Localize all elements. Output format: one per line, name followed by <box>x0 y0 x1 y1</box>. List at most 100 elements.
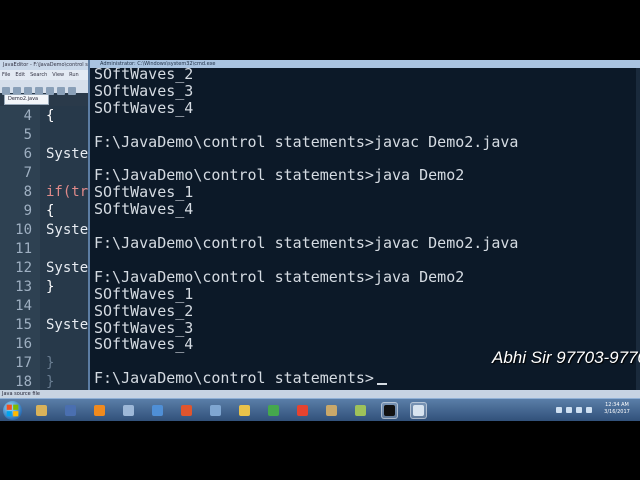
folder-icon <box>239 405 250 416</box>
taskbar-app-button[interactable] <box>236 402 253 419</box>
code-line[interactable]: 17} <box>0 354 90 373</box>
console-line: F:\JavaDemo\control statements>javac Dem… <box>94 235 518 252</box>
code-line[interactable]: 10 Syste <box>0 221 90 240</box>
editor-icon <box>413 405 424 416</box>
taskbar-app-button[interactable] <box>33 402 50 419</box>
console-title-bar: Administrator: C:\Windows\system32\cmd.e… <box>90 60 640 68</box>
code-text: if(tr <box>46 184 89 200</box>
code-line[interactable]: 18} <box>0 373 90 390</box>
media-player-icon <box>94 405 105 416</box>
windows-logo-icon <box>6 404 19 417</box>
line-number: 17 <box>15 355 32 371</box>
code-line[interactable]: 9{ <box>0 202 90 221</box>
line-number: 13 <box>15 279 32 295</box>
console-line-text: F:\JavaDemo\control statements>java Demo… <box>94 267 465 286</box>
clock-date: 3/16/2017 <box>604 409 630 415</box>
taskbar-app-button[interactable] <box>178 402 195 419</box>
taskbar-app-button[interactable] <box>149 402 166 419</box>
console-line-text: F:\JavaDemo\control statements> <box>94 369 374 388</box>
taskbar-app-button[interactable] <box>120 402 137 419</box>
editor-status-bar: Java source file <box>0 390 92 398</box>
console-line: SOftWaves_4 <box>94 99 193 117</box>
line-number: 6 <box>23 146 32 162</box>
notepad-icon <box>355 405 366 416</box>
code-line[interactable]: 8 if(tr <box>0 183 90 202</box>
console-line-text: F:\JavaDemo\control statements>javac Dem… <box>94 234 519 252</box>
tray-arrow-icon[interactable] <box>556 407 562 413</box>
flag-icon[interactable] <box>566 407 572 413</box>
clock[interactable]: 12:34 AM 3/16/2017 <box>600 402 634 416</box>
desktop: JavaEditor - F:\JavaDemo\control stateme… <box>0 60 640 421</box>
command-prompt-window[interactable]: Administrator: C:\Windows\system32\cmd.e… <box>88 60 640 390</box>
calculator-icon <box>65 405 76 416</box>
console-line-text: F:\JavaDemo\control statements>java Demo… <box>94 166 465 185</box>
cmd-icon <box>384 405 395 416</box>
code-line[interactable]: 5 <box>0 126 90 145</box>
console-line: SOftWaves_2 <box>94 68 193 83</box>
horizontal-scrollbar[interactable] <box>90 390 640 398</box>
office-icon <box>181 405 192 416</box>
menu-file[interactable]: File <box>2 72 10 78</box>
console-line: SOftWaves_3 <box>94 82 193 100</box>
code-area[interactable]: 4{5 6 Syste 7 8 if(tr 9{10 Syste 11 12 Syste 13} 14 1… <box>0 106 90 390</box>
code-line[interactable]: 13} <box>0 278 90 297</box>
taskbar-app-button[interactable] <box>323 402 340 419</box>
taskbar: 12:34 AM 3/16/2017 <box>0 398 640 421</box>
line-number: 15 <box>15 317 32 333</box>
debug-icon[interactable] <box>68 87 76 95</box>
console-line-text: SOftWaves_4 <box>94 335 194 354</box>
watermark-text: Abhi Sir 97703-97704 <box>492 348 640 367</box>
menu-search[interactable]: Search <box>30 72 47 78</box>
console-output[interactable]: SOftWaves_2 SOftWaves_3 SOftWaves_4 F:\Java… <box>94 68 639 390</box>
clock-time: 12:34 AM <box>605 402 629 408</box>
start-button[interactable] <box>3 401 22 420</box>
menu-edit[interactable]: Edit <box>15 72 25 78</box>
network-status-icon[interactable] <box>576 407 582 413</box>
tab-demo2-java[interactable]: Demo2.java <box>4 94 49 105</box>
code-text: } <box>46 279 55 295</box>
taskbar-app-button[interactable] <box>352 402 369 419</box>
line-number: 14 <box>15 298 32 314</box>
code-line[interactable]: 6 Syste <box>0 145 90 164</box>
line-number: 9 <box>23 203 32 219</box>
console-line: SOftWaves_4 <box>94 201 193 218</box>
line-number: 4 <box>23 108 32 124</box>
volume-icon[interactable] <box>586 407 592 413</box>
console-line: F:\JavaDemo\control statements>java Demo… <box>94 267 465 286</box>
code-line[interactable]: 14 <box>0 297 90 316</box>
tools-icon <box>326 405 337 416</box>
java-editor-window[interactable]: JavaEditor - F:\JavaDemo\control stateme… <box>0 60 93 398</box>
explorer-icon <box>36 405 47 416</box>
console-scrollbar[interactable] <box>636 68 640 390</box>
text-cursor <box>376 383 387 386</box>
code-text: Syste <box>46 260 89 276</box>
code-text: Syste <box>46 146 89 162</box>
code-line[interactable]: 4{ <box>0 107 90 126</box>
console-line-text: SOftWaves_2 <box>94 301 194 320</box>
taskbar-app-button[interactable] <box>91 402 108 419</box>
editor-toolbar <box>0 80 90 95</box>
line-number: 10 <box>15 222 32 238</box>
code-line[interactable]: 11 <box>0 240 90 259</box>
code-line[interactable]: 7 <box>0 164 90 183</box>
code-line[interactable]: 12 Syste <box>0 259 90 278</box>
console-line-text: SOftWaves_1 <box>94 183 194 202</box>
console-line-text: SOftWaves_1 <box>94 284 194 303</box>
console-line: F:\JavaDemo\control statements> <box>94 370 387 387</box>
taskbar-app-button[interactable] <box>294 402 311 419</box>
line-number: 5 <box>23 127 32 143</box>
menu-run[interactable]: Run <box>69 72 79 78</box>
taskbar-app-button[interactable] <box>265 402 282 419</box>
stop-icon[interactable] <box>57 87 65 95</box>
line-number: 8 <box>23 184 32 200</box>
menu-view[interactable]: View <box>52 72 64 78</box>
taskbar-app-button[interactable] <box>62 402 79 419</box>
taskbar-app-button[interactable] <box>381 402 398 419</box>
taskbar-app-button[interactable] <box>410 402 427 419</box>
console-line: SOftWaves_1 <box>94 184 193 201</box>
console-line: SOftWaves_3 <box>94 319 193 337</box>
code-line[interactable]: 15 Syste <box>0 316 90 335</box>
code-line[interactable]: 16 <box>0 335 90 354</box>
editor-menu-bar: File Edit Search View Run <box>0 70 90 80</box>
taskbar-app-button[interactable] <box>207 402 224 419</box>
